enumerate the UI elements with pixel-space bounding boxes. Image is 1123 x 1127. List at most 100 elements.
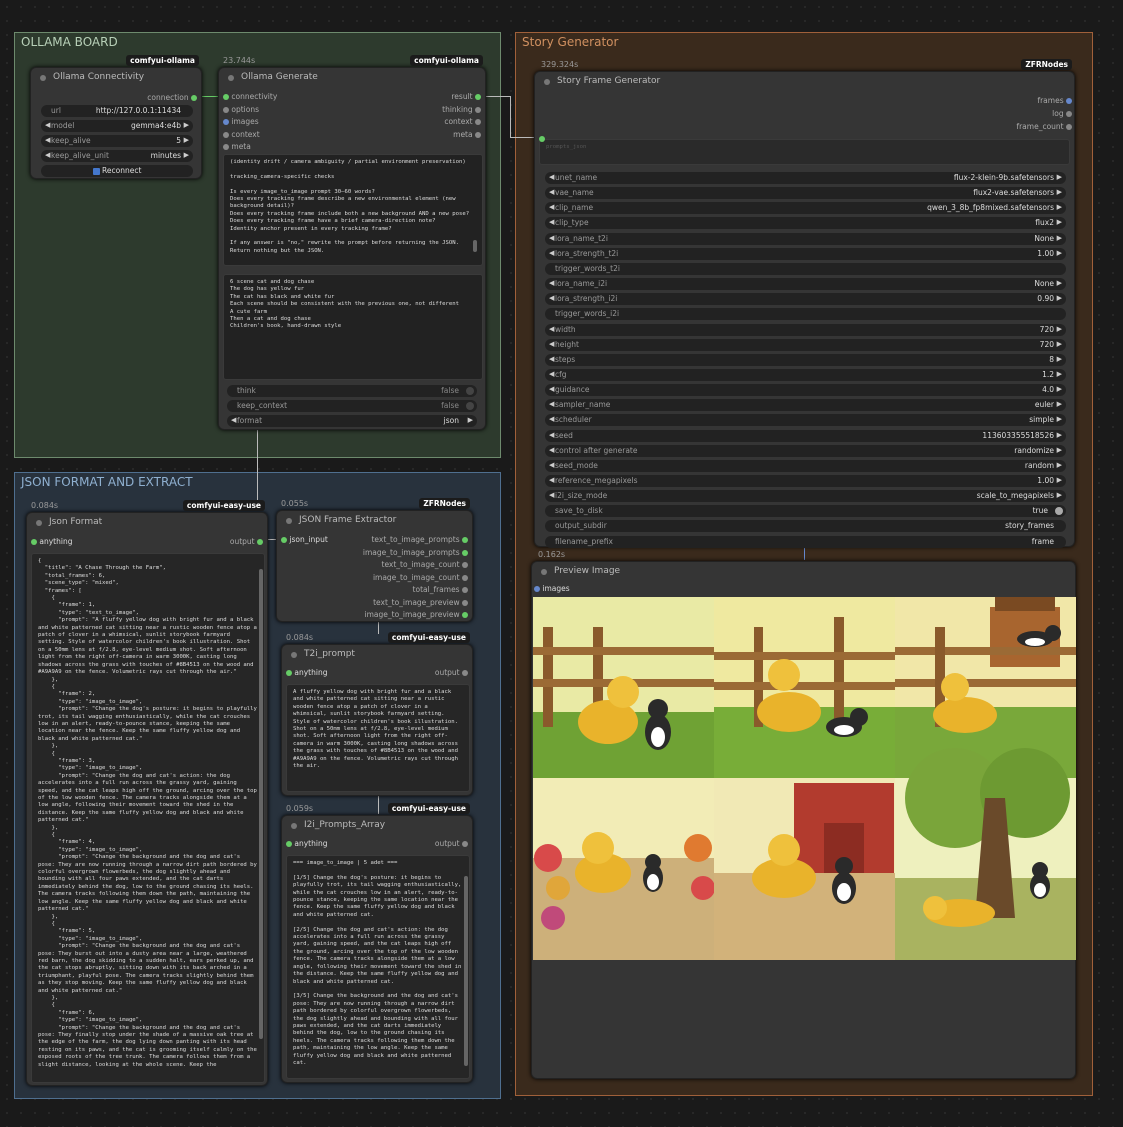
arrow-right-icon[interactable]: ▶ — [1057, 415, 1062, 423]
input-anything[interactable]: anything — [286, 668, 327, 681]
arrow-left-icon[interactable]: ◀ — [549, 218, 554, 226]
widget-sampler-name[interactable]: ◀ sampler_name euler ▶ — [545, 399, 1066, 412]
input-dot[interactable] — [31, 539, 37, 545]
input-dot[interactable] — [286, 670, 292, 676]
input-dot[interactable] — [223, 119, 229, 125]
arrow-left-icon[interactable]: ◀ — [549, 249, 554, 257]
widget-trigger-words-t2i[interactable]: trigger_words_t2i — [545, 262, 1066, 275]
output-total_frames[interactable]: total_frames — [413, 585, 468, 598]
output-dot[interactable] — [462, 562, 468, 568]
output-output[interactable]: output — [230, 537, 263, 550]
arrow-left-icon[interactable]: ◀ — [549, 400, 554, 408]
input-images[interactable]: images — [534, 584, 570, 597]
widget-trigger-words-i2i[interactable]: trigger_words_i2i — [545, 308, 1066, 321]
output-dot[interactable] — [1066, 111, 1072, 117]
output-thinking[interactable]: thinking — [442, 105, 481, 118]
widget-filename-prefix[interactable]: filename_prefix frame — [545, 535, 1066, 548]
output-frames[interactable]: frames — [1037, 96, 1072, 109]
arrow-left-icon[interactable]: ◀ — [549, 294, 554, 302]
input-dot[interactable] — [281, 537, 287, 543]
output-text_to_image_preview[interactable]: text_to_image_preview — [373, 598, 468, 611]
arrow-left-icon[interactable]: ◀ — [231, 416, 236, 424]
output-dot[interactable] — [462, 549, 468, 556]
arrow-right-icon[interactable]: ▶ — [1057, 476, 1062, 484]
widget-i2i-size-mode[interactable]: ◀ i2i_size_mode scale_to_megapixels ▶ — [545, 490, 1066, 503]
input-dot[interactable] — [223, 94, 229, 100]
node-story-frame-generator[interactable]: 329.324s ZFRNodes Story Frame Generator … — [534, 59, 1075, 548]
arrow-right-icon[interactable]: ▶ — [1057, 461, 1062, 469]
arrow-right-icon[interactable]: ▶ — [1057, 431, 1062, 439]
widget-seed-mode[interactable]: ◀ seed_mode random ▶ — [545, 459, 1066, 472]
output-dot[interactable] — [1066, 98, 1072, 104]
arrow-right-icon[interactable]: ▶ — [1057, 203, 1062, 211]
toggle-keep-context[interactable]: keep_context false — [227, 400, 477, 412]
arrow-right-icon[interactable]: ▶ — [184, 121, 189, 129]
widget-model[interactable]: ◀ model gemma4:e4b ▶ — [41, 120, 193, 132]
arrow-right-icon[interactable]: ▶ — [1057, 340, 1062, 348]
arrow-left-icon[interactable]: ◀ — [549, 340, 554, 348]
output-dot[interactable] — [475, 131, 481, 138]
input-options[interactable]: options — [223, 105, 259, 118]
widget-height[interactable]: ◀ height 720 ▶ — [545, 338, 1066, 351]
prompt-textarea[interactable]: 6 scene cat and dog chase The dog has ye… — [223, 274, 483, 380]
arrow-left-icon[interactable]: ◀ — [45, 136, 50, 144]
output-log[interactable]: log — [1052, 109, 1072, 122]
widget-format[interactable]: ◀ format json ▶ — [227, 415, 477, 427]
arrow-left-icon[interactable]: ◀ — [549, 203, 554, 211]
node-t2i-prompt[interactable]: 0.084s comfyui-easy-use T2i_prompt anyth… — [281, 632, 473, 796]
arrow-left-icon[interactable]: ◀ — [549, 476, 554, 484]
arrow-right-icon[interactable]: ▶ — [1057, 294, 1062, 302]
input-anything[interactable]: anything — [31, 537, 72, 550]
widget-keep-alive-unit[interactable]: ◀ keep_alive_unit minutes ▶ — [41, 150, 193, 162]
widget-keep-alive[interactable]: ◀ keep_alive 5 ▶ — [41, 135, 193, 147]
arrow-right-icon[interactable]: ▶ — [1057, 218, 1062, 226]
output-dot[interactable] — [462, 612, 468, 618]
widget-cfg[interactable]: ◀ cfg 1.2 ▶ — [545, 368, 1066, 381]
toggle-think[interactable]: think false — [227, 385, 477, 397]
input-anything[interactable]: anything — [286, 839, 327, 852]
preview-image-grid[interactable] — [533, 597, 1076, 960]
widget-reference-megapixels[interactable]: ◀ reference_megapixels 1.00 ▶ — [545, 475, 1066, 487]
scrollbar[interactable] — [473, 240, 477, 252]
arrow-right-icon[interactable]: ▶ — [1057, 234, 1062, 242]
arrow-left-icon[interactable]: ◀ — [549, 325, 554, 333]
arrow-right-icon[interactable]: ▶ — [184, 151, 189, 159]
arrow-left-icon[interactable]: ◀ — [549, 370, 554, 378]
arrow-right-icon[interactable]: ▶ — [1057, 446, 1062, 454]
output-frame_count[interactable]: frame_count — [1016, 122, 1072, 135]
arrow-right-icon[interactable]: ▶ — [1057, 188, 1062, 196]
input-dot[interactable] — [223, 144, 229, 150]
input-images[interactable]: images — [223, 117, 259, 130]
widget-lora-strength-t2i[interactable]: ◀ lora_strength_t2i 1.00 ▶ — [545, 247, 1066, 260]
widget-url[interactable]: url http://127.0.0.1:11434 — [41, 105, 193, 117]
output-dot[interactable] — [257, 539, 263, 545]
arrow-left-icon[interactable]: ◀ — [549, 491, 554, 499]
input-context[interactable]: context — [223, 130, 260, 143]
arrow-left-icon[interactable]: ◀ — [549, 431, 554, 439]
arrow-right-icon[interactable]: ▶ — [184, 136, 189, 144]
widget-guidance[interactable]: ◀ guidance 4.0 ▶ — [545, 384, 1066, 397]
input-connectivity[interactable]: connectivity — [223, 92, 277, 105]
node-json-format[interactable]: 0.084s comfyui-easy-use Json Format anyt… — [26, 500, 268, 1086]
arrow-left-icon[interactable]: ◀ — [549, 173, 554, 181]
output-meta[interactable]: meta — [453, 130, 481, 143]
widget-control-after-generate[interactable]: ◀ control after generate randomize ▶ — [545, 444, 1066, 457]
output-context[interactable]: context — [444, 117, 481, 130]
input-dot[interactable] — [223, 106, 229, 113]
reconnect-button[interactable]: Reconnect — [41, 165, 193, 177]
output-image_to_image_count[interactable]: image_to_image_count — [373, 573, 468, 586]
output-dot[interactable] — [462, 599, 468, 606]
arrow-left-icon[interactable]: ◀ — [549, 446, 554, 454]
arrow-right-icon[interactable]: ▶ — [1057, 491, 1062, 499]
node-json-frame-extractor[interactable]: 0.055s ZFRNodes JSON Frame Extractor jso… — [276, 498, 473, 623]
arrow-right-icon[interactable]: ▶ — [1057, 279, 1062, 287]
arrow-left-icon[interactable]: ◀ — [45, 151, 50, 159]
scrollbar[interactable] — [464, 876, 468, 1066]
node-preview-image[interactable]: 0.162s Preview Image images — [531, 550, 1076, 1079]
output-image_to_image_preview[interactable]: image_to_image_preview — [365, 610, 468, 623]
arrow-left-icon[interactable]: ◀ — [549, 279, 554, 287]
output-dot[interactable] — [462, 587, 468, 593]
node-ollama-generate[interactable]: 23.744s comfyui-ollama Ollama Generate c… — [218, 55, 486, 430]
input-dot[interactable] — [223, 131, 229, 138]
t2i-textarea[interactable]: A fluffy yellow dog with bright fur and … — [286, 684, 470, 792]
